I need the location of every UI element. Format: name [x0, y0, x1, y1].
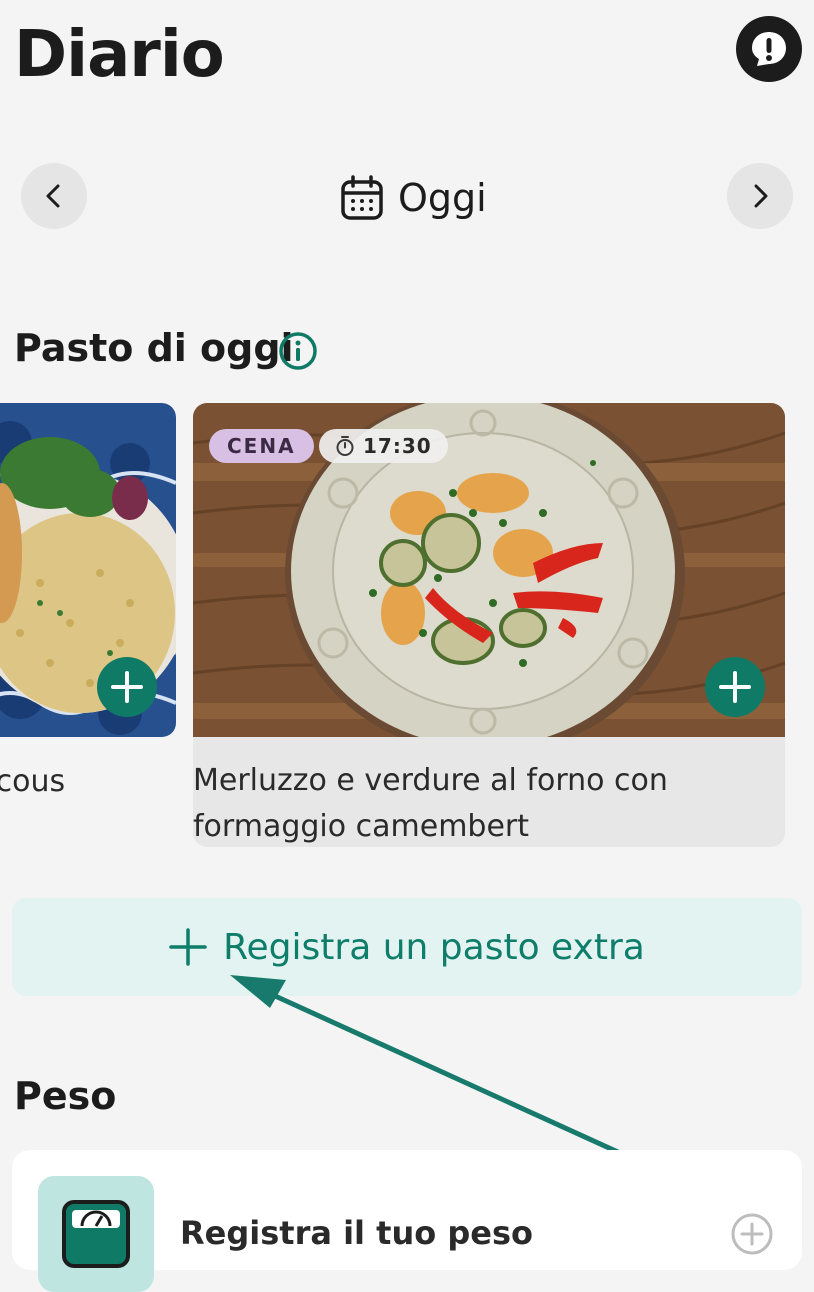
meal-title-line: Merluzzo e verdure al forno con	[193, 763, 668, 798]
meal-card[interactable]: scous	[0, 403, 176, 847]
chevron-left-icon	[46, 184, 60, 208]
meal-card[interactable]: CENA 17:30 Merluzzo e verdure al forno c…	[193, 403, 785, 847]
feedback-button[interactable]	[736, 16, 802, 82]
meal-title-line: formaggio camembert	[193, 809, 530, 844]
calendar-icon	[341, 175, 383, 220]
log-weight-label: Registra il tuo peso	[180, 1214, 533, 1252]
next-day-button[interactable]	[727, 163, 793, 229]
meals-section-title: Pasto di oggi	[14, 326, 294, 370]
page-title: Diario	[14, 18, 225, 92]
meal-type-badge: CENA	[209, 429, 314, 463]
exclamation-speech-icon	[752, 32, 786, 66]
info-icon[interactable]	[278, 331, 318, 371]
add-extra-meal-button[interactable]: Registra un pasto extra	[12, 898, 802, 996]
plus-icon	[111, 671, 143, 703]
meal-title: scous	[0, 764, 66, 799]
meal-time: 17:30	[363, 434, 432, 458]
add-extra-meal-label: Registra un pasto extra	[223, 926, 645, 968]
weight-section-title: Peso	[14, 1074, 117, 1118]
log-weight-card[interactable]: Registra il tuo peso	[12, 1150, 802, 1292]
date-label: Oggi	[398, 176, 487, 220]
date-selector[interactable]: Oggi	[340, 172, 487, 224]
chevron-right-icon	[754, 184, 768, 208]
scale-icon	[62, 1200, 130, 1268]
meal-title: Merluzzo e verdure al forno con formaggi…	[193, 758, 668, 847]
scale-icon-box	[38, 1176, 154, 1292]
plus-icon	[169, 928, 207, 966]
meal-time-badge: 17:30	[319, 429, 448, 463]
add-circle-icon[interactable]	[730, 1212, 774, 1256]
plus-icon	[719, 671, 751, 703]
stopwatch-icon	[336, 436, 354, 456]
add-meal-button[interactable]	[705, 657, 765, 717]
previous-day-button[interactable]	[21, 163, 87, 229]
add-meal-button[interactable]	[97, 657, 157, 717]
